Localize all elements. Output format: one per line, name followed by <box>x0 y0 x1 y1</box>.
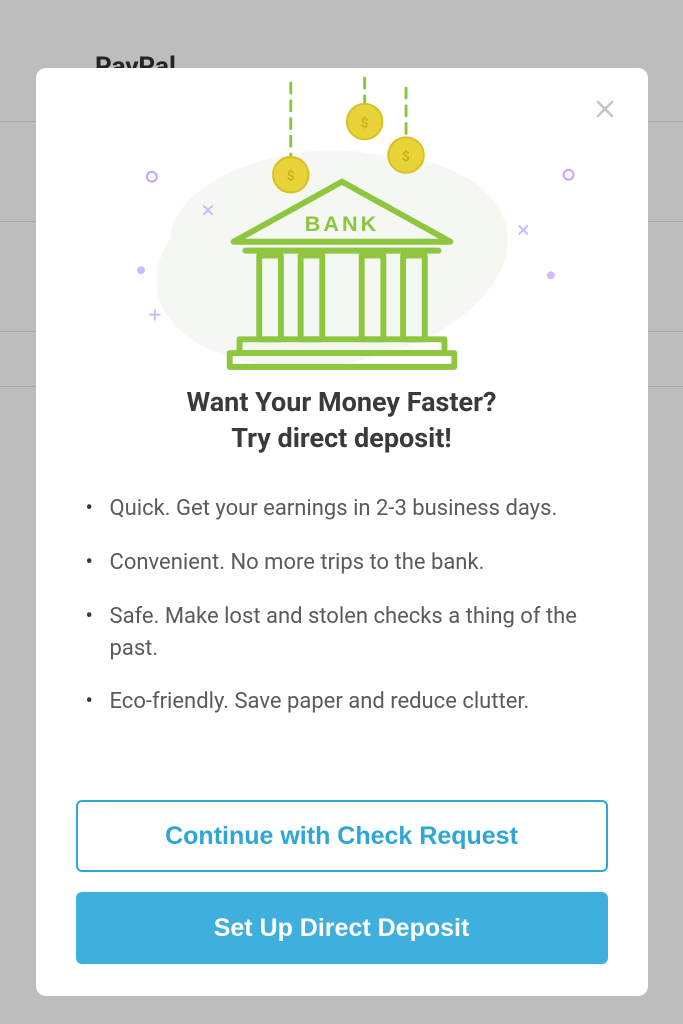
modal-overlay: $ $ $ <box>0 0 683 1024</box>
bank-illustration: $ $ $ <box>76 76 608 376</box>
direct-deposit-modal: $ $ $ <box>36 68 648 996</box>
close-button[interactable] <box>590 94 620 124</box>
svg-text:$: $ <box>402 148 410 165</box>
list-item: Quick. Get your earnings in 2-3 business… <box>80 493 604 525</box>
setup-direct-deposit-button[interactable]: Set Up Direct Deposit <box>76 892 608 964</box>
title-line-2: Try direct deposit! <box>231 422 451 454</box>
modal-title: Want Your Money Faster? Try direct depos… <box>76 384 608 457</box>
benefits-list: Quick. Get your earnings in 2-3 business… <box>76 493 608 740</box>
title-line-1: Want Your Money Faster? <box>187 386 497 418</box>
close-icon <box>593 97 617 121</box>
button-group: Continue with Check Request Set Up Direc… <box>76 800 608 964</box>
bank-label-text: BANK <box>304 211 378 236</box>
svg-text:$: $ <box>286 168 294 185</box>
svg-text:$: $ <box>360 114 368 131</box>
list-item: Eco-friendly. Save paper and reduce clut… <box>80 686 604 718</box>
list-item: Safe. Make lost and stolen checks a thin… <box>80 601 604 665</box>
continue-check-request-button[interactable]: Continue with Check Request <box>76 800 608 872</box>
list-item: Convenient. No more trips to the bank. <box>80 547 604 579</box>
